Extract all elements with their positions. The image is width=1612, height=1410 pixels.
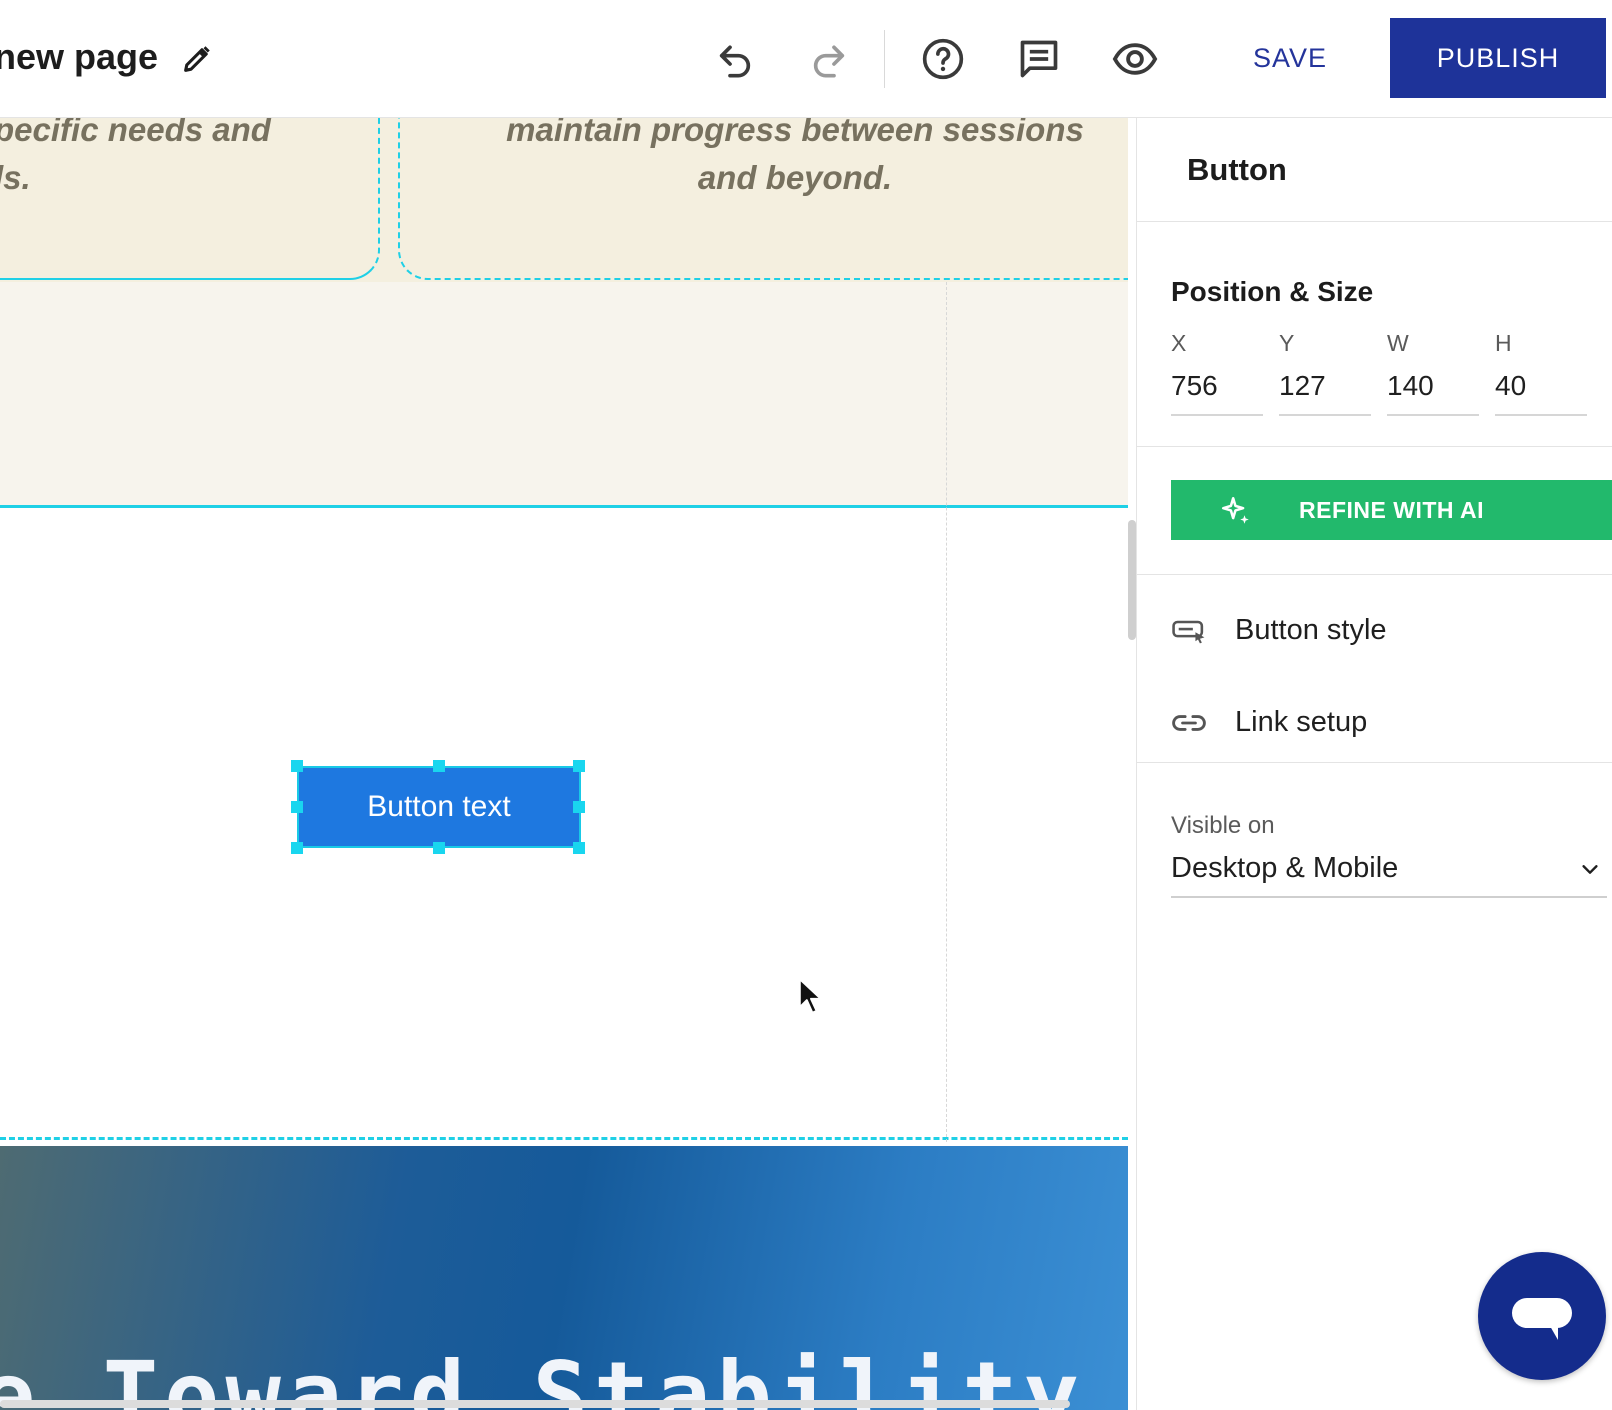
- y-label: Y: [1279, 330, 1295, 356]
- card-right-text[interactable]: maintain progress between sessions and b…: [470, 118, 1120, 202]
- undo-icon[interactable]: [712, 36, 758, 82]
- resize-handle-left[interactable]: [291, 801, 303, 813]
- selected-button[interactable]: Button text: [297, 766, 581, 848]
- visible-on-label: Visible on: [1171, 812, 1275, 839]
- help-icon[interactable]: [920, 36, 966, 82]
- resize-handle-bottom-left[interactable]: [291, 842, 303, 854]
- chat-icon: [1512, 1298, 1572, 1340]
- chevron-down-icon: [1582, 865, 1598, 874]
- button-style-label: Button style: [1235, 614, 1387, 646]
- resize-handle-bottom-right[interactable]: [573, 842, 585, 854]
- cards-section[interactable]: pecific needs and ls. maintain progress …: [0, 118, 1128, 282]
- x-label: X: [1171, 330, 1187, 356]
- refine-with-ai-button[interactable]: REFINE WITH AI: [1171, 480, 1612, 540]
- horizontal-scrollbar[interactable]: [0, 1400, 1070, 1408]
- button-style-icon: [1172, 620, 1205, 644]
- card-right-line: and beyond.: [697, 159, 893, 196]
- publish-button[interactable]: PUBLISH: [1390, 18, 1606, 98]
- editor-canvas[interactable]: pecific needs and ls. maintain progress …: [0, 118, 1128, 1410]
- link-setup-row[interactable]: Link setup: [1171, 694, 1611, 754]
- card-right-line: maintain progress between sessions: [506, 118, 1084, 148]
- redo-icon[interactable]: [806, 36, 852, 82]
- visible-on-select[interactable]: Desktop & Mobile: [1171, 846, 1607, 898]
- w-input[interactable]: 140: [1387, 364, 1479, 416]
- resize-handle-top-right[interactable]: [573, 760, 585, 772]
- preview-eye-icon[interactable]: [1112, 36, 1158, 82]
- link-icon: [1172, 715, 1206, 731]
- card-left-text[interactable]: pecific needs and ls.: [0, 118, 374, 202]
- w-label: W: [1387, 330, 1409, 356]
- save-button[interactable]: SAVE: [1230, 38, 1350, 78]
- vertical-scrollbar[interactable]: [1128, 520, 1136, 640]
- refine-label: REFINE WITH AI: [1299, 497, 1485, 523]
- visible-on-value: Desktop & Mobile: [1171, 852, 1399, 884]
- edit-pencil-icon[interactable]: [180, 42, 214, 76]
- card-left-line: pecific needs and: [0, 118, 271, 148]
- empty-section[interactable]: [0, 282, 1128, 508]
- h-input[interactable]: 40: [1495, 364, 1587, 416]
- h-label: H: [1495, 330, 1512, 356]
- h-field[interactable]: H 40: [1495, 330, 1587, 416]
- hero-section[interactable]: e Toward Stability: [0, 1146, 1128, 1410]
- resize-handle-top[interactable]: [433, 760, 445, 772]
- link-setup-label: Link setup: [1235, 706, 1368, 738]
- page-title[interactable]: new page: [0, 36, 158, 78]
- x-input[interactable]: 756: [1171, 364, 1263, 416]
- w-field[interactable]: W 140: [1387, 330, 1479, 416]
- mouse-cursor-icon: [798, 978, 822, 1014]
- properties-panel: Button Position & Size X 756 Y 127 W 140…: [1136, 118, 1612, 1410]
- toolbar-divider: [884, 30, 885, 88]
- top-toolbar: new page SAVE PUBLISH: [0, 0, 1612, 118]
- sparkle-icon: [1221, 496, 1249, 524]
- panel-title: Button: [1187, 152, 1287, 187]
- resize-handle-bottom[interactable]: [433, 842, 445, 854]
- button-style-row[interactable]: Button style: [1171, 602, 1611, 662]
- panel-divider: [1137, 574, 1612, 575]
- layout-guide-line: [946, 282, 947, 1142]
- y-input[interactable]: 127: [1279, 364, 1371, 416]
- panel-divider: [1137, 446, 1612, 447]
- x-field[interactable]: X 756: [1171, 330, 1263, 416]
- card-left-line: ls.: [0, 159, 31, 196]
- chat-support-button[interactable]: [1478, 1252, 1606, 1380]
- comments-icon[interactable]: [1016, 36, 1062, 82]
- resize-handle-right[interactable]: [573, 801, 585, 813]
- y-field[interactable]: Y 127: [1279, 330, 1371, 416]
- panel-header: Button: [1137, 118, 1612, 222]
- position-size-title: Position & Size: [1171, 276, 1374, 307]
- resize-handle-top-left[interactable]: [291, 760, 303, 772]
- panel-divider: [1137, 762, 1612, 763]
